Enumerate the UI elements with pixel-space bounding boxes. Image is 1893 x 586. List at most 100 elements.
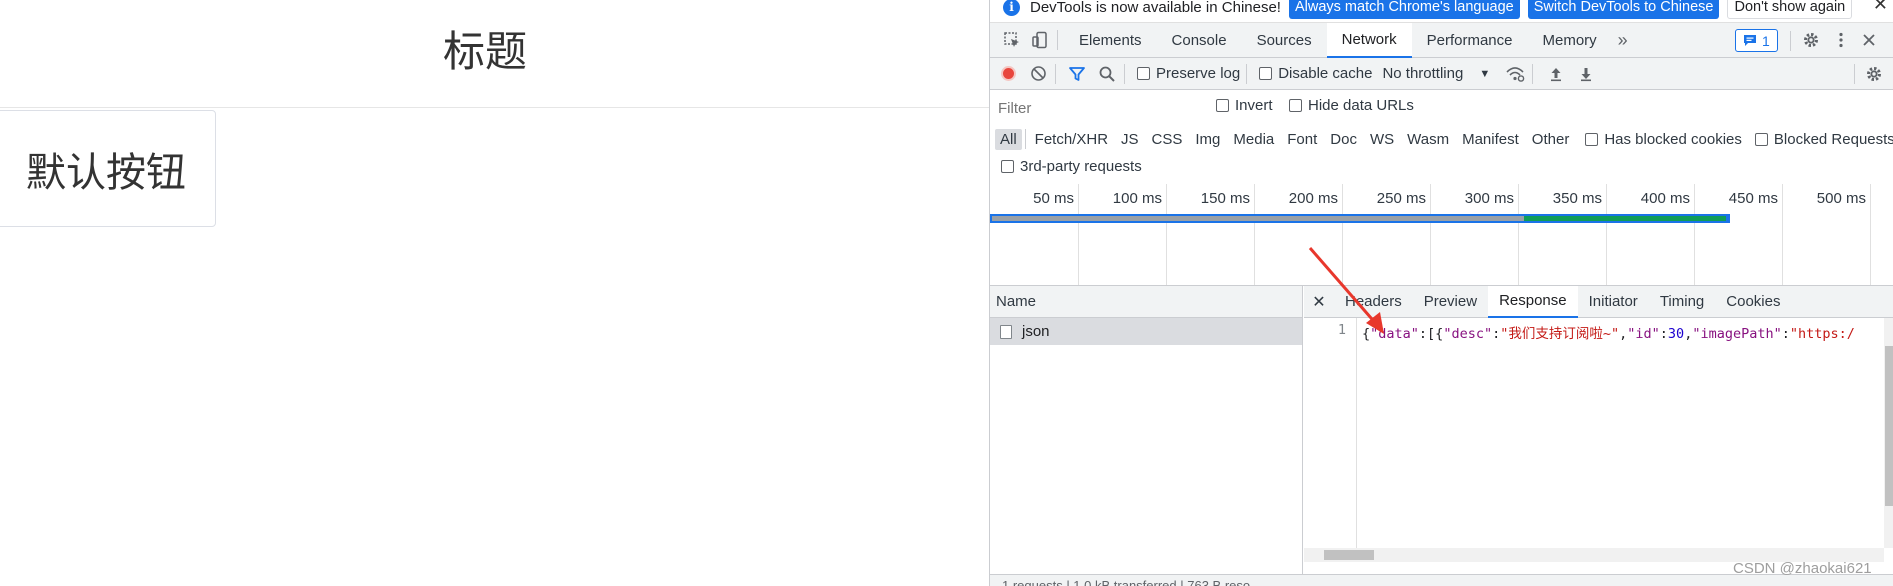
timeline-gridline <box>1782 184 1783 285</box>
scrollbar-thumb[interactable] <box>1324 550 1374 560</box>
checkbox-box[interactable] <box>1216 99 1229 112</box>
preserve-log-label: Preserve log <box>1156 65 1241 82</box>
json-punct: : <box>1492 326 1501 342</box>
timeline-label: 200 ms <box>1288 190 1338 207</box>
vertical-scrollbar[interactable] <box>1884 318 1893 548</box>
inspect-element-icon[interactable] <box>1001 29 1023 51</box>
invert-label: Invert <box>1235 97 1273 114</box>
timeline-gridline <box>1430 184 1431 285</box>
response-body[interactable]: 1 {"data":[{"desc":"我们支持订阅啦~","id":30,"i… <box>1304 318 1884 548</box>
tab-preview[interactable]: Preview <box>1413 286 1488 318</box>
default-button[interactable]: 默认按钮 <box>0 110 216 227</box>
device-toolbar-icon[interactable] <box>1029 29 1051 51</box>
third-party-checkbox[interactable]: 3rd-party requests <box>1001 158 1142 175</box>
timeline-gridline <box>1166 184 1167 285</box>
hide-data-urls-checkbox[interactable]: Hide data URLs <box>1289 97 1414 114</box>
match-language-button[interactable]: Always match Chrome's language <box>1288 0 1520 19</box>
timeline-label: 100 ms <box>1112 190 1162 207</box>
checkbox-box[interactable] <box>1259 67 1273 80</box>
timeline-gridline <box>1254 184 1255 285</box>
infobar-text: DevTools is now available in Chinese! <box>1030 0 1281 16</box>
checkbox-box[interactable] <box>1001 160 1014 173</box>
messages-badge[interactable]: 1 <box>1735 29 1778 52</box>
search-icon[interactable] <box>1096 63 1118 85</box>
checkbox-box[interactable] <box>1137 67 1150 80</box>
clear-icon[interactable] <box>1027 63 1049 85</box>
more-tabs-icon[interactable]: » <box>1612 23 1634 58</box>
tab-cookies[interactable]: Cookies <box>1715 286 1791 318</box>
checkbox-box[interactable] <box>1754 132 1768 146</box>
timeline-overview[interactable]: 50 ms 100 ms 150 ms 200 ms 250 ms 300 ms… <box>990 184 1893 286</box>
json-string: "https:/ <box>1789 326 1855 342</box>
type-js[interactable]: JS <box>1116 129 1144 150</box>
tab-memory[interactable]: Memory <box>1528 23 1612 58</box>
throttling-value: No throttling <box>1382 65 1464 82</box>
timeline-label: 150 ms <box>1200 190 1250 207</box>
scrollbar-thumb[interactable] <box>1885 346 1893 506</box>
network-conditions-icon[interactable] <box>1504 63 1526 85</box>
type-doc[interactable]: Doc <box>1325 129 1362 150</box>
type-all[interactable]: All <box>995 128 1022 150</box>
close-devtools-icon[interactable] <box>1858 29 1880 51</box>
checkbox-box[interactable] <box>1289 99 1302 112</box>
network-toolbar: Preserve log Disable cache No throttling… <box>990 58 1893 90</box>
gear-icon[interactable] <box>1800 29 1822 51</box>
tab-network[interactable]: Network <box>1326 22 1412 58</box>
language-infobar: i DevTools is now available in Chinese! … <box>990 0 1893 23</box>
checkbox-box[interactable] <box>1585 132 1599 146</box>
request-row[interactable]: json <box>990 318 1302 345</box>
type-img[interactable]: Img <box>1190 129 1225 150</box>
download-icon[interactable] <box>1575 63 1597 85</box>
filter-icon[interactable] <box>1066 63 1088 85</box>
tab-performance[interactable]: Performance <box>1412 23 1528 58</box>
hide-data-urls-label: Hide data URLs <box>1308 97 1414 114</box>
preserve-log-checkbox[interactable]: Preserve log <box>1137 65 1240 82</box>
type-manifest[interactable]: Manifest <box>1457 129 1524 150</box>
devtools-panel: i DevTools is now available in Chinese! … <box>989 0 1893 586</box>
type-css[interactable]: CSS <box>1147 129 1188 150</box>
devtools-tabs-bar: Elements Console Sources Network Perform… <box>990 22 1893 58</box>
type-fetch-xhr[interactable]: Fetch/XHR <box>1030 129 1113 150</box>
disable-cache-checkbox[interactable]: Disable cache <box>1259 65 1372 82</box>
tab-sources[interactable]: Sources <box>1242 23 1327 58</box>
tab-initiator[interactable]: Initiator <box>1578 286 1649 318</box>
upload-icon[interactable] <box>1545 63 1567 85</box>
dont-show-again-button[interactable]: Don't show again <box>1727 0 1853 19</box>
name-column-header[interactable]: Name <box>990 286 1302 318</box>
record-icon[interactable] <box>1001 66 1016 81</box>
file-icon <box>1000 324 1012 339</box>
annotation-arrow-icon <box>1308 247 1384 334</box>
page-header: 标题 <box>0 0 990 108</box>
throttling-select[interactable]: No throttling ▼ <box>1382 65 1490 82</box>
close-icon[interactable]: ✕ <box>1873 0 1888 15</box>
timeline-label: 350 ms <box>1552 190 1602 207</box>
more-options-icon[interactable] <box>1830 29 1852 51</box>
tab-response[interactable]: Response <box>1488 285 1578 318</box>
timeline-gridline <box>1518 184 1519 285</box>
blocked-requests-checkbox[interactable]: Blocked Requests <box>1754 130 1893 148</box>
network-settings-icon[interactable] <box>1863 63 1885 85</box>
tab-console[interactable]: Console <box>1157 23 1242 58</box>
message-count: 1 <box>1762 32 1770 49</box>
type-other[interactable]: Other <box>1527 129 1575 150</box>
switch-chinese-button[interactable]: Switch DevTools to Chinese <box>1527 0 1720 19</box>
timeline-label: 250 ms <box>1376 190 1426 207</box>
tab-elements[interactable]: Elements <box>1064 23 1157 58</box>
has-blocked-cookies-checkbox[interactable]: Has blocked cookies <box>1585 131 1742 148</box>
info-icon: i <box>1003 0 1020 16</box>
tab-timing[interactable]: Timing <box>1649 286 1715 318</box>
invert-checkbox[interactable]: Invert <box>1216 97 1273 114</box>
type-media[interactable]: Media <box>1228 129 1279 150</box>
timeline-download-bar <box>1524 216 1726 221</box>
disable-cache-label: Disable cache <box>1278 65 1373 82</box>
json-key: "desc" <box>1443 326 1493 342</box>
timeline-gridline <box>1694 184 1695 285</box>
type-wasm[interactable]: Wasm <box>1402 129 1454 150</box>
blocked-requests-label: Blocked Requests <box>1773 130 1893 148</box>
type-font[interactable]: Font <box>1282 129 1322 150</box>
json-punct: :[{ <box>1418 326 1444 342</box>
toolbar-divider <box>1055 63 1056 84</box>
filter-input[interactable] <box>996 96 1206 120</box>
type-ws[interactable]: WS <box>1365 129 1399 150</box>
has-blocked-cookies-label: Has blocked cookies <box>1604 130 1742 148</box>
